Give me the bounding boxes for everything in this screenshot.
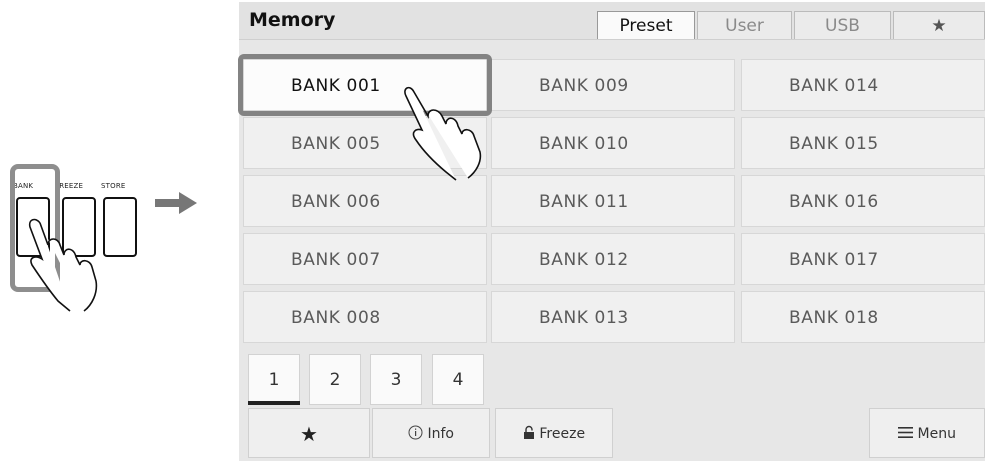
hardware-panel: BANK FREEZE STORE (0, 150, 200, 320)
info-button[interactable]: Info (372, 408, 490, 458)
bank-cell-005[interactable]: BANK 005 (243, 117, 487, 169)
bank-cell-007[interactable]: BANK 007 (243, 233, 487, 285)
tab-preset[interactable]: Preset (597, 11, 695, 39)
bank-cell-018[interactable]: BANK 018 (741, 291, 985, 343)
info-icon (408, 425, 423, 440)
page-tab-1[interactable]: 1 (248, 354, 300, 405)
bottom-toolbar: ★ Info Freeze Menu (239, 408, 985, 461)
bank-cell-008[interactable]: BANK 008 (243, 291, 487, 343)
menu-button[interactable]: Menu (869, 408, 985, 458)
page-title: Memory (249, 9, 336, 31)
lock-icon (523, 425, 534, 439)
favorite-button[interactable]: ★ (248, 408, 370, 458)
page-tab-3[interactable]: 3 (370, 354, 422, 405)
selected-bank-highlight (238, 54, 492, 116)
screen-header: Memory Preset User USB ★ (239, 2, 985, 40)
bank-cell-010[interactable]: BANK 010 (491, 117, 735, 169)
bank-cell-011[interactable]: BANK 011 (491, 175, 735, 227)
info-label: Info (427, 426, 454, 442)
menu-label: Menu (917, 426, 956, 442)
freeze-label: Freeze (539, 426, 586, 442)
hamburger-menu-icon (898, 427, 914, 438)
tab-usb[interactable]: USB (794, 11, 891, 39)
page-tab-2[interactable]: 2 (309, 354, 361, 405)
freeze-button[interactable] (62, 197, 96, 257)
store-button[interactable] (103, 197, 137, 257)
store-button-label: STORE (101, 182, 126, 190)
page-tab-4[interactable]: 4 (432, 354, 484, 405)
star-icon: ★ (931, 16, 947, 36)
bank-cell-016[interactable]: BANK 016 (741, 175, 985, 227)
bank-cell-012[interactable]: BANK 012 (491, 233, 735, 285)
tab-favorites[interactable]: ★ (893, 11, 985, 39)
bank-cell-017[interactable]: BANK 017 (741, 233, 985, 285)
favorite-star-icon: ★ (300, 422, 318, 446)
memory-screen: Memory Preset User USB ★ BANK 001 BANK 0… (238, 2, 985, 461)
bank-button[interactable] (16, 197, 50, 257)
bank-cell-015[interactable]: BANK 015 (741, 117, 985, 169)
bank-cell-013[interactable]: BANK 013 (491, 291, 735, 343)
tab-user[interactable]: User (697, 11, 792, 39)
arrow-right-icon (155, 192, 197, 214)
active-page-indicator (248, 401, 300, 405)
bank-cell-006[interactable]: BANK 006 (243, 175, 487, 227)
bank-cell-014[interactable]: BANK 014 (741, 59, 985, 111)
bank-cell-009[interactable]: BANK 009 (491, 59, 735, 111)
freeze-toggle-button[interactable]: Freeze (495, 408, 613, 458)
